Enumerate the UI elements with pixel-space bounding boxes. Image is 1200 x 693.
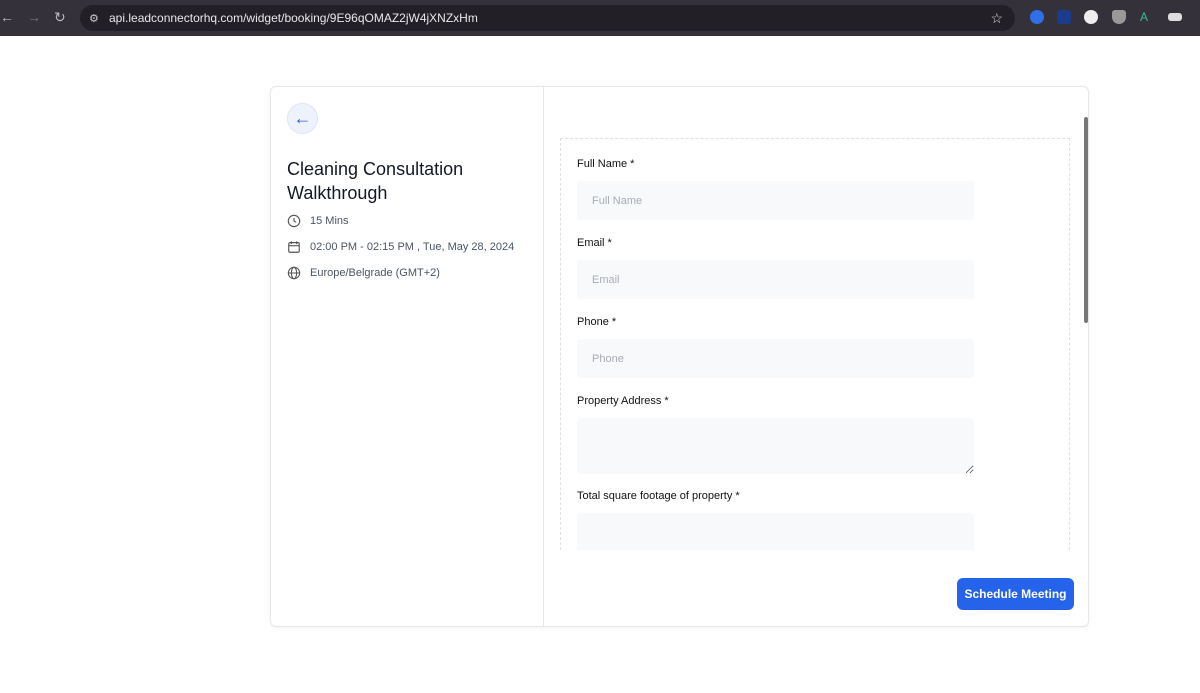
address-bar[interactable]: ⚙ api.leadconnectorhq.com/widget/booking… <box>80 5 1015 31</box>
duration: 15 Mins <box>287 214 349 228</box>
phone-label: Phone * <box>577 316 617 328</box>
property-address-label: Property Address * <box>577 395 669 407</box>
extension-icon[interactable] <box>1168 13 1182 21</box>
booking-form: Full Name * Email * Phone * Property Add… <box>560 138 1070 550</box>
browser-toolbar: ← → ↻ ⚙ api.leadconnectorhq.com/widget/b… <box>0 0 1200 36</box>
timezone: Europe/Belgrade (GMT+2) <box>287 266 440 280</box>
back-icon[interactable]: ← <box>0 9 14 25</box>
phone-input[interactable] <box>577 339 974 378</box>
calendar-icon <box>288 241 300 253</box>
back-button[interactable]: ← <box>287 103 318 134</box>
extension-icon[interactable] <box>1030 10 1044 24</box>
duration-text: 15 Mins <box>310 215 349 227</box>
clock-icon <box>287 214 301 228</box>
shield-extension-icon[interactable] <box>1112 10 1126 24</box>
extension-icon[interactable] <box>1084 10 1098 24</box>
globe-icon <box>287 266 301 280</box>
timezone-text: Europe/Belgrade (GMT+2) <box>310 267 440 279</box>
booking-widget: ← Cleaning Consultation Walkthrough 15 M… <box>270 86 1089 627</box>
url-text: api.leadconnectorhq.com/widget/booking/9… <box>109 11 478 25</box>
arrow-left-icon: ← <box>293 108 312 128</box>
bookmark-star-icon[interactable]: ☆ <box>990 10 1003 27</box>
reload-icon[interactable]: ↻ <box>54 9 66 26</box>
extension-icon[interactable] <box>1057 10 1071 24</box>
datetime-text: 02:00 PM - 02:15 PM , Tue, May 28, 2024 <box>310 241 515 253</box>
full-name-label: Full Name * <box>577 158 635 170</box>
full-name-input[interactable] <box>577 181 974 220</box>
extension-icon[interactable]: A <box>1140 10 1154 24</box>
property-address-textarea[interactable] <box>577 418 974 474</box>
email-input[interactable] <box>577 260 974 299</box>
schedule-meeting-button[interactable]: Schedule Meeting <box>957 578 1074 610</box>
square-footage-label: Total square footage of property * <box>577 490 740 502</box>
square-footage-input[interactable] <box>577 513 974 550</box>
forward-icon[interactable]: → <box>27 9 41 25</box>
scrollbar[interactable] <box>1084 117 1088 323</box>
site-settings-icon[interactable]: ⚙ <box>89 12 105 25</box>
datetime: 02:00 PM - 02:15 PM , Tue, May 28, 2024 <box>287 240 514 254</box>
event-title: Cleaning Consultation Walkthrough <box>287 159 464 203</box>
event-summary-panel: ← Cleaning Consultation Walkthrough 15 M… <box>271 87 544 626</box>
email-label: Email * <box>577 237 612 249</box>
